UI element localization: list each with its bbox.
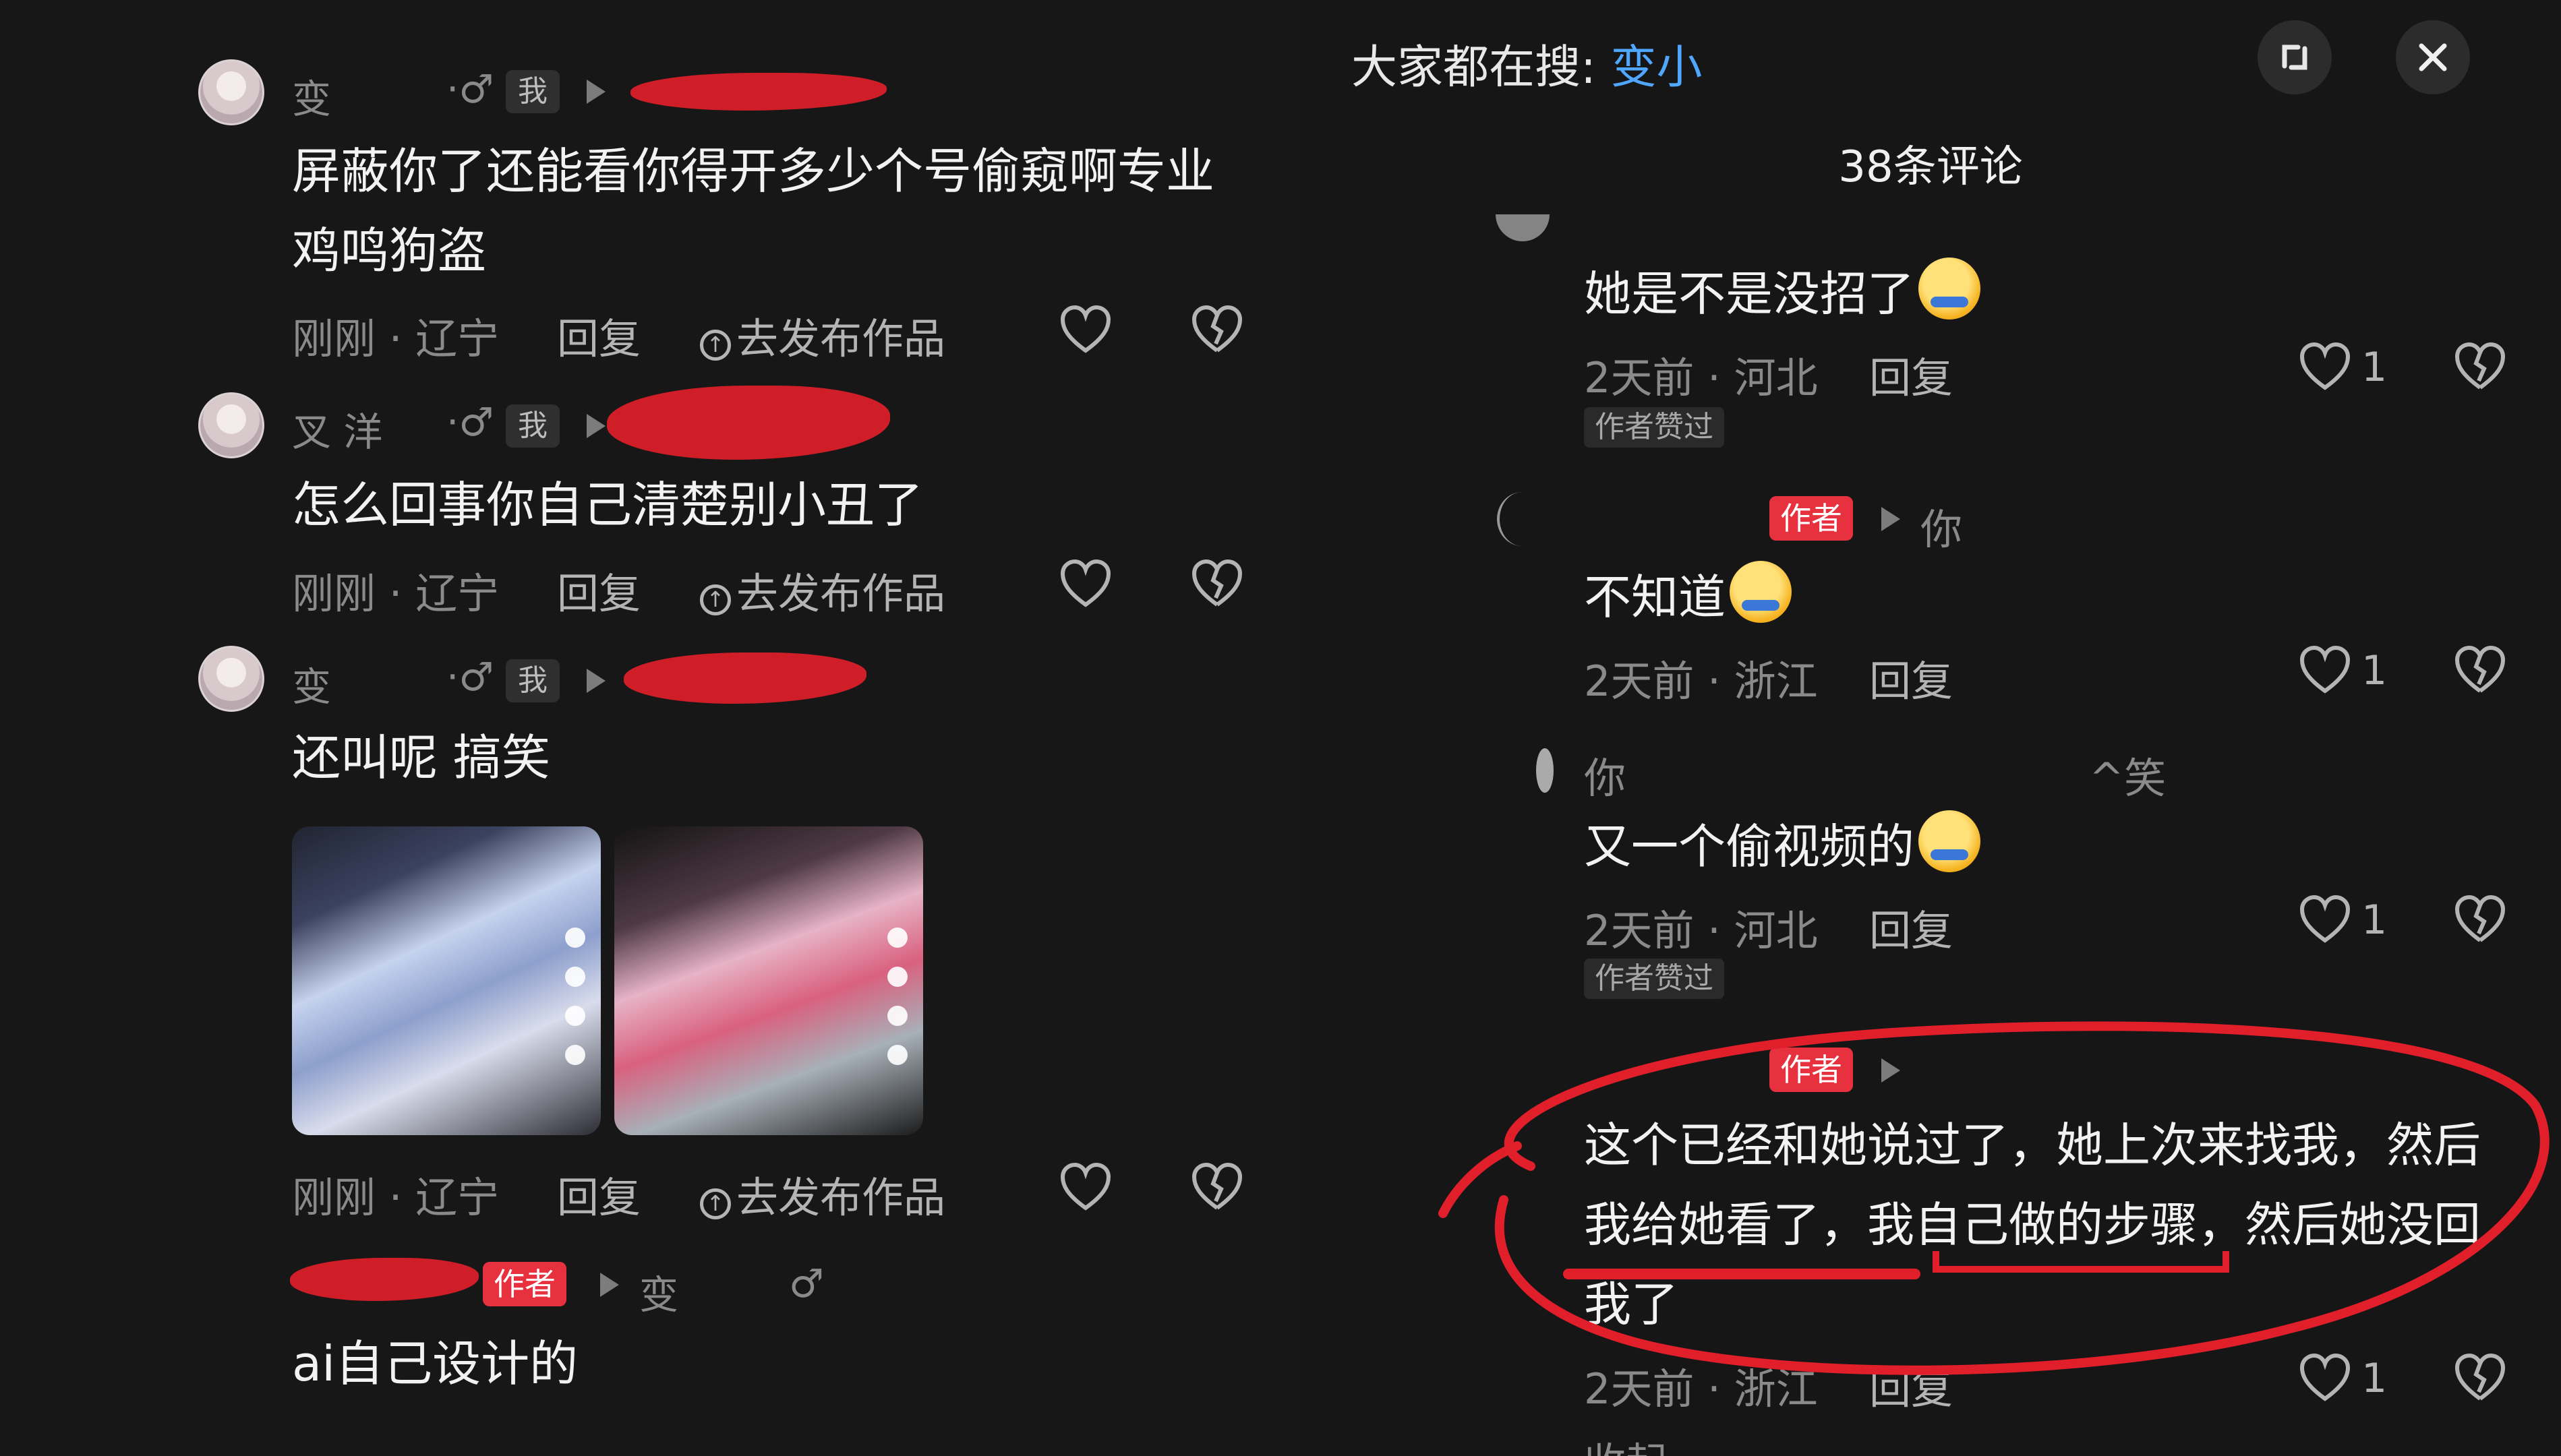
heart-icon[interactable] — [1059, 303, 1113, 357]
comment-text-line: 还叫呢 搞笑 — [292, 729, 550, 786]
reply-arrow-icon — [587, 414, 606, 438]
reply-to-username[interactable]: 变 — [639, 1263, 678, 1320]
like-count: 1 — [2361, 897, 2388, 944]
comment-text-content: 不知道 — [1584, 570, 1726, 625]
publish-work-button[interactable]: ↑ 去发布作品 — [700, 305, 945, 365]
close-icon — [2419, 43, 2447, 71]
avatar[interactable] — [198, 59, 264, 125]
gender-icon: ·♂ — [446, 66, 494, 112]
left-screenshot: 变 ·♂ 我 屏蔽你了还能看你得开多少个号偷窥啊专业 鸡鸣狗盗 刚刚 · 辽宁 … — [0, 0, 1300, 1456]
thumbnail-action-icons — [562, 928, 589, 1065]
upload-icon: ↑ — [700, 330, 731, 361]
comment-text-line: 怎么回事你自己清楚别小丑了 — [292, 477, 924, 533]
gender-icon: ·♂ — [446, 399, 494, 445]
comment-text: 不知道 — [1584, 559, 1792, 628]
comment-meta: 2天前 · 浙江 — [1584, 657, 1818, 706]
author-liked-badge: 作者赞过 — [1584, 407, 1724, 448]
comment-meta: 2天前 · 河北 — [1584, 906, 1818, 955]
gender-icon: ·♂ — [446, 654, 494, 700]
upload-icon: ↑ — [700, 1188, 731, 1219]
star-eyes-emoji-icon — [1730, 561, 1792, 623]
publish-work-button[interactable]: ↑ 去发布作品 — [700, 1163, 945, 1224]
reply-arrow-icon — [587, 669, 606, 693]
thumbnail-action-icons — [884, 928, 911, 1065]
expand-icon — [2282, 44, 2307, 70]
upload-icon: ↑ — [700, 584, 731, 615]
comment-text-line: 屏蔽你了还能看你得开多少个号偷窥啊专业 — [292, 143, 1215, 200]
close-button[interactable] — [2396, 20, 2470, 94]
search-keyword[interactable]: 变小 — [1611, 41, 1703, 94]
publish-label: 去发布作品 — [736, 314, 946, 363]
broken-heart-icon[interactable] — [2453, 644, 2507, 698]
comment-username[interactable]: 变 — [292, 67, 331, 124]
redaction-scribble — [607, 386, 890, 460]
reply-arrow-icon — [1881, 507, 1900, 531]
comment-text-line: ai自己设计的 — [292, 1335, 579, 1392]
avatar[interactable] — [1496, 214, 1550, 241]
video-thumbnail[interactable] — [292, 826, 601, 1135]
comment-text: 又一个偷视频的 — [1584, 809, 1980, 877]
heart-icon[interactable] — [1059, 557, 1113, 611]
redaction-scribble — [630, 73, 887, 111]
comment-username[interactable]: 你 — [1584, 744, 1626, 805]
red-annotation-circle — [1438, 1021, 2550, 1375]
me-tag: 我 — [506, 659, 560, 702]
reply-button[interactable]: 回复 — [1869, 647, 1953, 708]
red-underline — [1563, 1269, 1920, 1279]
broken-heart-icon[interactable] — [1190, 303, 1244, 357]
comment-username[interactable]: 叉 洋 — [292, 400, 382, 457]
heart-icon[interactable] — [2298, 340, 2352, 394]
author-tag: 作者 — [483, 1262, 566, 1306]
redaction-scribble — [290, 1258, 479, 1301]
avatar[interactable] — [1497, 492, 1547, 546]
comment-username[interactable]: 变 — [292, 655, 331, 712]
comment-meta: 刚刚 · 辽宁 — [292, 569, 500, 618]
heart-icon[interactable] — [2298, 644, 2352, 698]
reply-arrow-icon — [587, 80, 606, 104]
laughing-crying-emoji-icon — [1918, 810, 1980, 872]
comment-count: 38条评论 — [1838, 142, 2023, 192]
search-suggestion[interactable]: 大家都在搜: 变小 — [1351, 30, 1703, 96]
avatar[interactable] — [198, 392, 264, 458]
comment-username-suffix: ^笑 — [2089, 754, 2166, 803]
broken-heart-icon[interactable] — [1190, 557, 1244, 611]
broken-heart-icon[interactable] — [2453, 893, 2507, 947]
like-count: 1 — [2361, 647, 2388, 694]
heart-icon[interactable] — [2298, 893, 2352, 947]
avatar[interactable] — [1536, 748, 1554, 793]
reply-button[interactable]: 回复 — [557, 1163, 641, 1224]
video-thumbnail[interactable] — [614, 826, 923, 1135]
reply-button[interactable]: 回复 — [557, 305, 641, 365]
comment-text-line: 鸡鸣狗盗 — [292, 222, 487, 279]
reply-button[interactable]: 回复 — [1869, 344, 1953, 404]
laughing-crying-emoji-icon — [1918, 257, 1980, 320]
me-tag: 我 — [506, 404, 560, 448]
broken-heart-icon[interactable] — [2453, 340, 2507, 394]
comment-meta: 刚刚 · 辽宁 — [292, 1173, 500, 1222]
gender-icon: ♂ — [789, 1261, 824, 1306]
publish-work-button[interactable]: ↑ 去发布作品 — [700, 559, 945, 620]
reply-button[interactable]: 回复 — [557, 559, 641, 620]
broken-heart-icon[interactable] — [1190, 1161, 1244, 1215]
red-box-underline — [1933, 1251, 2229, 1273]
comment-text-content: 又一个偷视频的 — [1584, 819, 1914, 874]
redaction-scribble — [624, 653, 866, 704]
collapse-replies-button[interactable]: 收起 — [1584, 1429, 1668, 1456]
heart-icon[interactable] — [1059, 1161, 1113, 1215]
expand-button[interactable] — [2258, 20, 2332, 94]
publish-label: 去发布作品 — [736, 1173, 946, 1222]
author-tag: 作者 — [1769, 496, 1853, 541]
publish-label: 去发布作品 — [736, 569, 946, 618]
search-prefix: 大家都在搜: — [1351, 41, 1611, 94]
comment-text: 她是不是没招了 — [1584, 256, 1980, 324]
comment-text-content: 她是不是没招了 — [1584, 266, 1914, 322]
reply-button[interactable]: 回复 — [1869, 897, 1953, 957]
avatar[interactable] — [198, 646, 264, 712]
me-tag: 我 — [506, 70, 560, 113]
reply-to-username[interactable]: 你 — [1920, 495, 1962, 556]
comment-meta: 2天前 · 河北 — [1584, 353, 1818, 402]
reply-arrow-icon — [600, 1273, 619, 1297]
like-count: 1 — [2361, 344, 2388, 391]
comment-meta: 刚刚 · 辽宁 — [292, 314, 500, 363]
